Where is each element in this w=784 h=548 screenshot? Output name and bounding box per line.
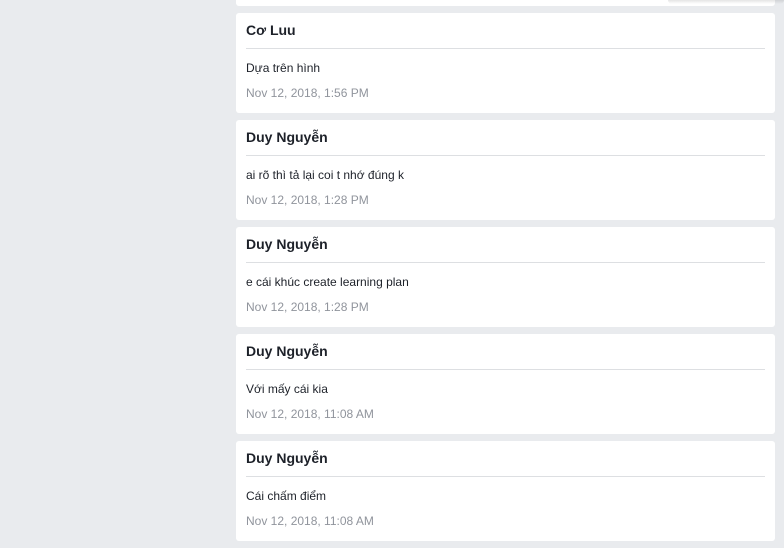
comment-author[interactable]: Duy Nguyễn (246, 128, 328, 146)
comment-card: Duy Nguyễn e cái khúc create learning pl… (236, 227, 775, 327)
dropdown-shadow-edge (668, 0, 784, 4)
comment-message: Cái chấm điểm (246, 489, 327, 503)
comment-card: Duy Nguyễn ai rõ thì tả lại coi t nhớ đú… (236, 120, 775, 220)
comment-message: Với mấy cái kia (246, 382, 328, 396)
comment-message: Dựa trên hình (246, 61, 321, 75)
comment-divider (246, 155, 765, 156)
comment-author[interactable]: Cơ Luu (246, 21, 296, 39)
comment-divider (246, 369, 765, 370)
comment-timestamp[interactable]: Nov 12, 2018, 1:28 PM (246, 299, 369, 315)
comment-card: Duy Nguyễn Cái chấm điểm Nov 12, 2018, 1… (236, 441, 775, 541)
comment-message: e cái khúc create learning plan (246, 275, 409, 289)
comment-author[interactable]: Duy Nguyễn (246, 342, 328, 360)
comment-author[interactable]: Duy Nguyễn (246, 449, 328, 467)
comment-timestamp[interactable]: Nov 12, 2018, 1:28 PM (246, 192, 369, 208)
comment-author[interactable]: Duy Nguyễn (246, 235, 328, 253)
comment-card: Cơ Luu Dựa trên hình Nov 12, 2018, 1:56 … (236, 13, 775, 113)
comment-divider (246, 476, 765, 477)
comment-feed: Cơ Luu Dựa trên hình Nov 12, 2018, 1:56 … (236, 13, 775, 548)
comment-card: Duy Nguyễn Với mấy cái kia Nov 12, 2018,… (236, 334, 775, 434)
comment-message: ai rõ thì tả lại coi t nhớ đúng k (246, 168, 404, 182)
comment-timestamp[interactable]: Nov 12, 2018, 11:08 AM (246, 406, 374, 422)
comment-timestamp[interactable]: Nov 12, 2018, 11:08 AM (246, 513, 374, 529)
comment-divider (246, 48, 765, 49)
comment-timestamp[interactable]: Nov 12, 2018, 1:56 PM (246, 85, 369, 101)
comment-divider (246, 262, 765, 263)
